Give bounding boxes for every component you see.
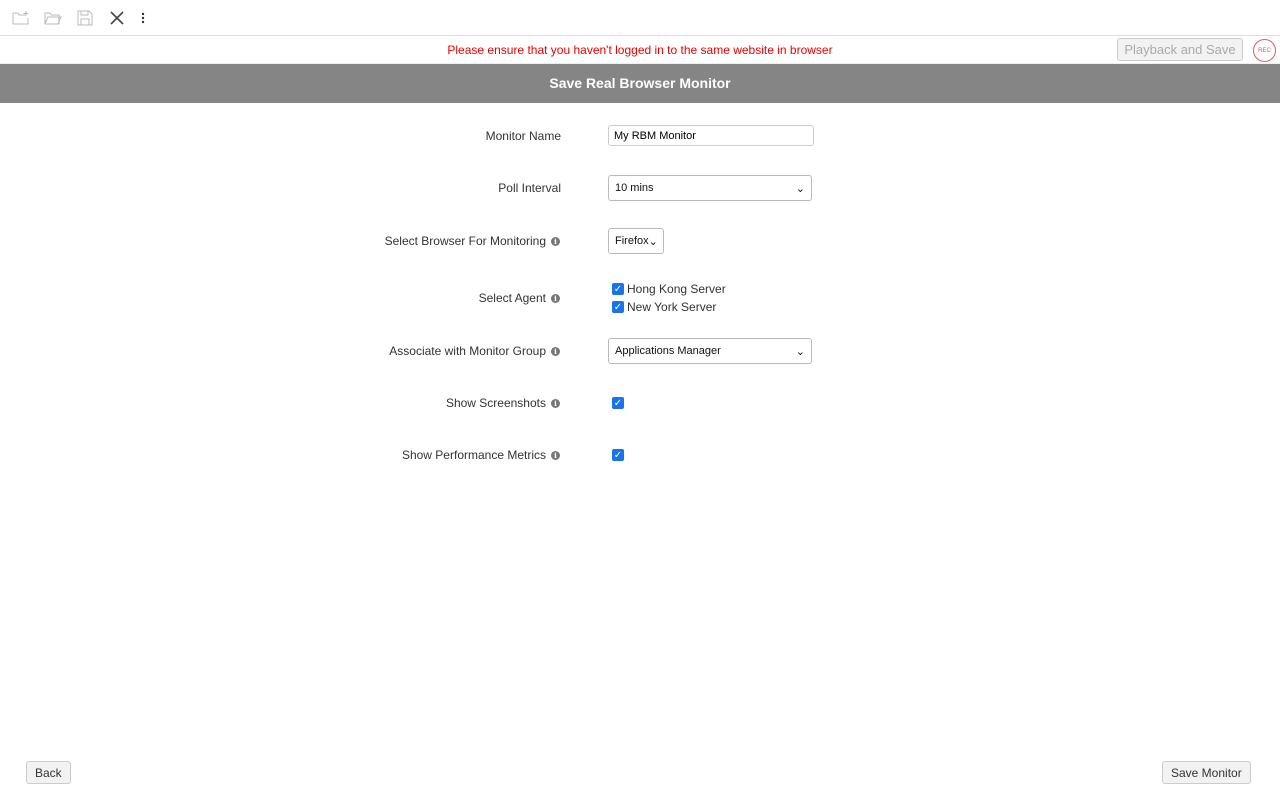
label-text: Select Agent	[478, 291, 546, 305]
record-button[interactable]: REC	[1253, 39, 1276, 62]
screenshots-checkbox[interactable]: ✓	[612, 397, 624, 409]
info-icon[interactable]: i	[551, 236, 560, 246]
checkbox-checked-icon[interactable]: ✓	[612, 301, 624, 313]
selected-value: Applications Manager	[615, 345, 721, 357]
agent-hong-kong[interactable]: ✓ Hong Kong Server	[608, 280, 726, 298]
agent-label-text: New York Server	[627, 300, 717, 314]
label-text: Show Performance Metrics	[401, 448, 546, 462]
back-button[interactable]: Back	[26, 761, 71, 784]
toolbar	[0, 0, 1280, 36]
agent-label-text: Hong Kong Server	[627, 282, 726, 296]
selected-value: Firefox	[615, 235, 649, 247]
login-warning: Please ensure that you haven't logged in…	[447, 43, 833, 57]
chevron-down-icon: ⌄	[795, 345, 805, 358]
monitor-group-label: Associate with Monitor Group i	[389, 344, 560, 358]
browser-select[interactable]: Firefox ⌄	[608, 228, 664, 254]
chevron-down-icon: ⌄	[648, 235, 658, 248]
info-icon[interactable]: i	[551, 346, 560, 356]
page-title: Save Real Browser Monitor	[0, 64, 1280, 103]
label-text: Associate with Monitor Group	[389, 344, 546, 358]
info-icon[interactable]: i	[551, 450, 560, 460]
label-text: Select Browser For Monitoring	[384, 234, 546, 248]
label-text: Show Screenshots	[445, 396, 546, 410]
metrics-label: Show Performance Metrics i	[402, 448, 560, 462]
chevron-down-icon: ⌄	[795, 182, 805, 195]
more-vertical-icon[interactable]	[139, 8, 147, 27]
save-monitor-button[interactable]: Save Monitor	[1162, 761, 1251, 784]
playback-and-save-button[interactable]: Playback and Save	[1117, 38, 1243, 61]
monitor-name-label: Monitor Name	[486, 129, 561, 143]
close-icon[interactable]	[107, 8, 126, 27]
metrics-checkbox[interactable]: ✓	[612, 449, 624, 461]
poll-interval-select[interactable]: 10 mins ⌄	[608, 175, 812, 201]
new-folder-icon[interactable]	[11, 8, 30, 27]
checkbox-checked-icon[interactable]: ✓	[612, 283, 624, 295]
info-icon[interactable]: i	[551, 398, 560, 408]
agent-new-york[interactable]: ✓ New York Server	[608, 298, 726, 316]
screenshots-label: Show Screenshots i	[446, 396, 560, 410]
save-icon[interactable]	[75, 8, 94, 27]
open-folder-icon[interactable]	[43, 8, 62, 27]
browser-label: Select Browser For Monitoring i	[385, 234, 560, 248]
poll-interval-label: Poll Interval	[498, 181, 561, 195]
agent-label: Select Agent i	[479, 291, 560, 305]
agent-list: ✓ Hong Kong Server ✓ New York Server	[608, 280, 726, 316]
monitor-group-select[interactable]: Applications Manager ⌄	[608, 338, 812, 364]
info-icon[interactable]: i	[551, 293, 560, 303]
selected-value: 10 mins	[615, 182, 654, 194]
label-text: Monitor Name	[485, 128, 561, 143]
monitor-name-input[interactable]	[608, 125, 814, 146]
